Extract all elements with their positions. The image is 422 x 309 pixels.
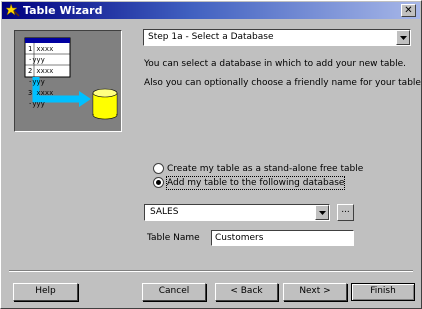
browse-database-button[interactable]: ...	[337, 204, 354, 221]
database-dropdown-button[interactable]	[315, 205, 329, 220]
step-dropdown-button[interactable]	[396, 30, 410, 45]
radio-add-to-database-label: Add my table to the following database	[165, 176, 346, 190]
separator	[9, 270, 413, 272]
radio-free-table-circle[interactable]	[153, 163, 164, 174]
radio-free-table-label: Create my table as a stand-alone free ta…	[167, 164, 364, 174]
database-select[interactable]: SALES	[144, 204, 330, 221]
next-button[interactable]: Next >	[283, 283, 347, 301]
back-button[interactable]: < Back	[215, 283, 278, 301]
close-button[interactable]: ✕	[401, 4, 416, 17]
finish-button[interactable]: Finish	[351, 283, 415, 301]
step-select-value: Step 1a - Select a Database	[148, 32, 274, 42]
wizard-step-select[interactable]: Step 1a - Select a Database	[143, 29, 411, 46]
description-line-2: Also you can optionally choose a friendl…	[144, 78, 422, 88]
cancel-button[interactable]: Cancel	[142, 283, 206, 301]
radio-add-to-database-circle[interactable]	[153, 177, 164, 188]
table-name-label: Table Name	[147, 233, 200, 243]
illustration-row: 1 xxxx ·yyy	[28, 45, 54, 64]
chevron-down-icon	[400, 36, 407, 40]
chevron-down-icon	[319, 211, 326, 215]
table-name-input[interactable]	[215, 232, 349, 244]
title-bar[interactable]: Table Wizard ✕	[2, 2, 420, 19]
table-name-field[interactable]	[211, 230, 354, 246]
table-wizard-window: Table Wizard ✕ 1 xxxx ·yyy 2 xxxx ·yyy 3…	[0, 0, 422, 309]
illustration-row: 2 xxxx ·yyy	[28, 67, 54, 86]
window-title: Table Wizard	[23, 4, 103, 17]
database-select-value: SALES	[150, 207, 179, 217]
wizard-wand-icon	[5, 3, 20, 17]
close-icon: ✕	[404, 5, 413, 16]
illustration-row: 3 xxxx ·yyy	[28, 89, 54, 108]
description-line-1: You can select a database in which to ad…	[144, 59, 407, 69]
wizard-illustration: 1 xxxx ·yyy 2 xxxx ·yyy 3 xxxx ·yyy	[14, 30, 122, 132]
help-button[interactable]: Help	[13, 283, 78, 301]
